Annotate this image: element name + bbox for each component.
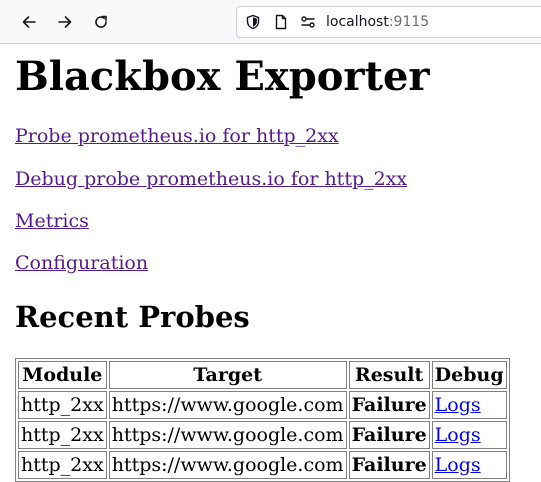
header-result: Result bbox=[348, 361, 430, 389]
connection-icon[interactable] bbox=[300, 14, 316, 30]
debug-probe-link-paragraph: Debug probe prometheus.io for http_2xx bbox=[15, 167, 407, 191]
url-host: localhost bbox=[326, 14, 389, 30]
target-cell: https://www.google.com bbox=[108, 451, 347, 479]
header-debug: Debug bbox=[431, 361, 507, 389]
configuration-link-paragraph: Configuration bbox=[15, 251, 148, 275]
table-row: http_2xx https://www.google.com Failure … bbox=[18, 451, 507, 479]
result-cell: Failure bbox=[348, 391, 430, 419]
table-header-row: Module Target Result Debug bbox=[18, 361, 507, 389]
module-cell: http_2xx bbox=[18, 421, 107, 449]
arrow-right-icon bbox=[58, 16, 72, 28]
probe-link[interactable]: Probe prometheus.io for http_2xx bbox=[15, 125, 339, 147]
url-bar[interactable]: localhost:9115 bbox=[236, 6, 541, 38]
url-text[interactable]: localhost:9115 bbox=[326, 13, 429, 31]
browser-toolbar: localhost:9115 bbox=[0, 0, 541, 44]
metrics-link-paragraph: Metrics bbox=[15, 209, 89, 233]
shield-icon[interactable] bbox=[245, 14, 261, 30]
target-cell: https://www.google.com bbox=[108, 421, 347, 449]
header-target: Target bbox=[108, 361, 347, 389]
page-content: Blackbox Exporter Probe prometheus.io fo… bbox=[0, 44, 541, 482]
debug-cell: Logs bbox=[431, 451, 507, 479]
reload-button[interactable] bbox=[86, 7, 116, 37]
recent-probes-title: Recent Probes bbox=[15, 300, 250, 334]
module-cell: http_2xx bbox=[18, 451, 107, 479]
url-port: :9115 bbox=[388, 14, 430, 30]
debug-probe-link[interactable]: Debug probe prometheus.io for http_2xx bbox=[15, 168, 407, 190]
header-module: Module bbox=[18, 361, 107, 389]
table-row: http_2xx https://www.google.com Failure … bbox=[18, 391, 507, 419]
logs-link[interactable]: Logs bbox=[435, 454, 481, 476]
reload-icon bbox=[95, 15, 107, 28]
result-cell: Failure bbox=[348, 451, 430, 479]
result-cell: Failure bbox=[348, 421, 430, 449]
arrow-left-icon bbox=[22, 16, 36, 28]
logs-link[interactable]: Logs bbox=[435, 394, 481, 416]
forward-button[interactable] bbox=[50, 7, 80, 37]
page-title: Blackbox Exporter bbox=[15, 53, 430, 100]
logs-link[interactable]: Logs bbox=[435, 424, 481, 446]
metrics-link[interactable]: Metrics bbox=[15, 210, 89, 232]
debug-cell: Logs bbox=[431, 391, 507, 419]
page-icon bbox=[275, 14, 287, 30]
table-row: http_2xx https://www.google.com Failure … bbox=[18, 421, 507, 449]
probe-link-paragraph: Probe prometheus.io for http_2xx bbox=[15, 124, 339, 148]
back-button[interactable] bbox=[14, 7, 44, 37]
recent-probes-table: Module Target Result Debug http_2xx http… bbox=[15, 358, 510, 482]
debug-cell: Logs bbox=[431, 421, 507, 449]
module-cell: http_2xx bbox=[18, 391, 107, 419]
configuration-link[interactable]: Configuration bbox=[15, 252, 148, 274]
target-cell: https://www.google.com bbox=[108, 391, 347, 419]
